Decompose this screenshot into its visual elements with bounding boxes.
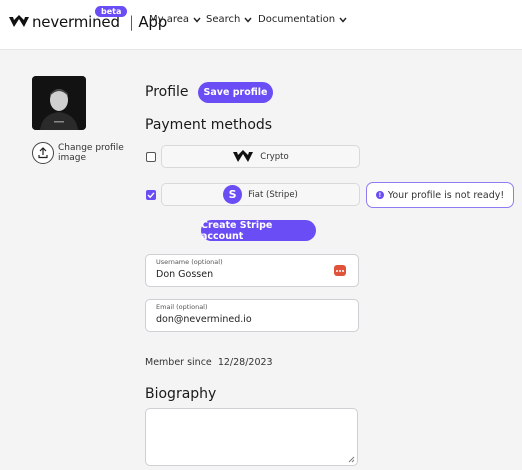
change-profile-image-label[interactable]: Change profile image [58, 143, 128, 163]
save-profile-button[interactable]: Save profile [198, 82, 273, 103]
payment-method-label: Crypto [260, 151, 289, 162]
chevron-down-icon [339, 17, 347, 23]
profile-heading: Profile [145, 84, 189, 100]
payment-method-label: Fiat (Stripe) [248, 189, 298, 200]
info-icon: ! [375, 191, 384, 199]
nevermined-logo-icon [233, 149, 254, 162]
username-label: Username (optional) [156, 258, 223, 266]
profile-avatar [32, 76, 86, 130]
fiat-stripe-checkbox[interactable] [146, 190, 156, 200]
member-since-date: 12/28/2023 [217, 357, 273, 368]
crypto-checkbox[interactable] [146, 152, 156, 162]
checkmark-icon [147, 192, 155, 199]
member-since-label: Member since [145, 357, 212, 368]
profile-not-ready-alert: ! Your profile is not ready! [366, 182, 514, 208]
nav-label: Documentation [258, 14, 336, 25]
email-value: don@nevermined.io [156, 314, 252, 325]
biography-heading: Biography [145, 386, 217, 402]
username-value: Don Gossen [156, 269, 214, 280]
nav-documentation[interactable]: Documentation [258, 14, 347, 25]
payment-method-crypto[interactable]: Crypto [161, 145, 360, 168]
username-field[interactable]: Username (optional) Don Gossen [145, 254, 359, 287]
email-field[interactable]: Email (optional) don@nevermined.io [145, 299, 359, 332]
alert-text: Your profile is not ready! [387, 189, 505, 201]
chevron-down-icon [244, 17, 252, 23]
resize-handle-icon[interactable] [348, 456, 355, 463]
nevermined-logo-icon[interactable] [9, 14, 29, 33]
upload-profile-image-button[interactable] [32, 142, 54, 164]
nav-label: Search [206, 14, 241, 25]
payment-methods-heading: Payment methods [145, 117, 273, 133]
brand-separator: | [124, 13, 139, 31]
payment-method-fiat-stripe[interactable]: S Fiat (Stripe) [161, 183, 360, 206]
stripe-icon: S [223, 185, 243, 204]
nav-search[interactable]: Search [206, 14, 252, 25]
member-since: Member since 12/28/2023 [145, 357, 273, 368]
create-stripe-account-button[interactable]: Create Stripe account [201, 220, 316, 242]
top-navigation-bar: nevermined | App beta My area Search Doc… [0, 0, 522, 50]
password-manager-icon[interactable] [334, 265, 346, 276]
beta-badge: beta [95, 6, 128, 17]
upload-icon [38, 147, 48, 159]
email-label: Email (optional) [156, 303, 208, 311]
chevron-down-icon [193, 17, 201, 23]
biography-textarea[interactable] [145, 408, 358, 466]
nav-label: My area [149, 14, 190, 25]
nav-my-area[interactable]: My area [149, 14, 201, 25]
